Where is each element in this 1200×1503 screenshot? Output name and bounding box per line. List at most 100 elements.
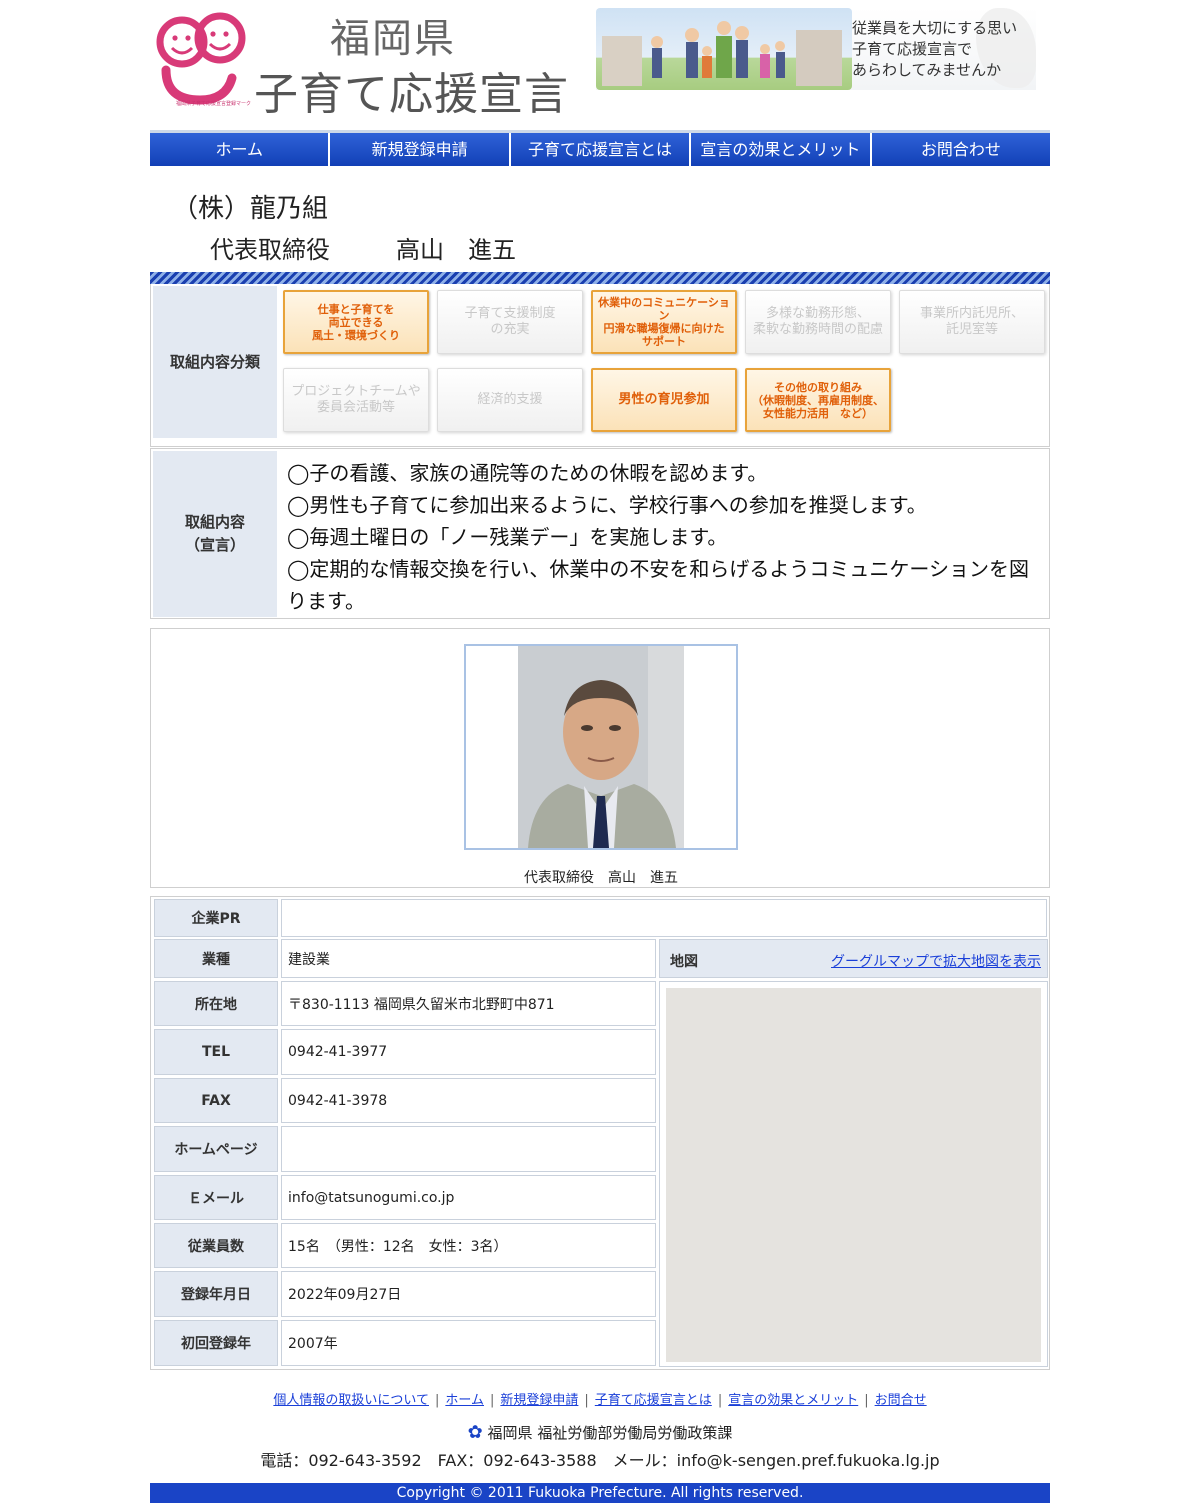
company-info-table: 地図 グーグルマップで拡大地図を表示 企業PR 業種 建設業 所在地 〒830-1113… <box>150 896 1050 1370</box>
representative-name: 高山 進五 <box>396 236 516 264</box>
nav-about[interactable]: 子育て応援宣言とは <box>510 133 690 166</box>
declaration-line: ◯定期的な情報交換を行い、休業中の不安を和らげるようコミュニケーションを図ります… <box>287 557 1029 613</box>
category-label-line: 事業所内託児所、 <box>919 306 1024 321</box>
category-label-line: プロジェクトチームや <box>291 384 421 399</box>
info-value: 〒830-1113 福岡県久留米市北野町中871 <box>281 981 656 1026</box>
photo-frame <box>464 644 738 850</box>
info-label: 登録年月日 <box>154 1271 278 1317</box>
info-value: 2007年 <box>281 1320 656 1366</box>
category-label-line: の充実 <box>490 322 530 337</box>
nav-contact[interactable]: お問合わせ <box>871 133 1051 166</box>
declaration-section: 取組内容 （宣言） ◯子の看護、家族の通院等のための休暇を認めます。 ◯男性も子… <box>150 448 1050 619</box>
banner-line-1: 従業員を大切にする思い <box>852 19 1018 37</box>
info-label: 従業員数 <box>154 1223 278 1268</box>
footer-separator: | <box>434 1393 440 1408</box>
category-label: 取組内容分類 <box>153 286 277 438</box>
footer-separator: | <box>717 1393 723 1408</box>
category-label-line: 多様な勤務形態、 <box>765 306 870 321</box>
info-label: TEL <box>154 1029 278 1075</box>
copyright: Copyright © 2011 Fukuoka Prefecture. All… <box>150 1483 1050 1503</box>
category-button[interactable]: 男性の育児参加 <box>591 368 737 432</box>
info-value[interactable]: info@tatsunogumi.co.jp <box>281 1175 656 1220</box>
category-button-label: 子育て支援制度 の充実 <box>464 306 555 338</box>
declaration-line: ◯男性も子育てに参加出来るように、学校行事への参加を推奨します。 <box>287 493 927 517</box>
footer-link[interactable]: ホーム <box>445 1393 484 1408</box>
category-button-label: 多様な勤務形態、 柔軟な勤務時間の配慮 <box>753 306 883 338</box>
category-button-label: 経済的支援 <box>477 392 542 408</box>
info-value: 0942-41-3977 <box>281 1029 656 1075</box>
declaration-line: ◯子の看護、家族の通院等のための休暇を認めます。 <box>287 461 768 485</box>
category-label-line: その他の取り組み <box>774 380 862 394</box>
banner-line-2: 子育て応援宣言で <box>852 40 973 58</box>
category-label-line: 柔軟な勤務時間の配慮 <box>752 322 883 337</box>
category-button[interactable]: 子育て支援制度 の充実 <box>437 290 583 354</box>
category-label-line: 円滑な職場復帰に向けた <box>603 322 725 335</box>
category-label-line: 仕事と子育てを <box>317 302 395 316</box>
site-title-pref: 福岡県 <box>330 16 456 62</box>
category-button[interactable]: 休業中のコミュニケーション 円滑な職場復帰に向けた サポート <box>591 290 737 354</box>
page: 福岡県子育て応援宣言登録マーク 福岡県 子育て応援宣言 従業員を大切にする思い … <box>150 0 1051 1503</box>
category-button-label: 男性の育児参加 <box>618 392 709 408</box>
category-button[interactable]: 多様な勤務形態、 柔軟な勤務時間の配慮 <box>745 290 891 354</box>
footer-separator: | <box>584 1393 589 1408</box>
category-label-line: 風土・環境づくり <box>312 328 400 342</box>
map-view[interactable] <box>666 988 1041 1362</box>
info-label: FAX <box>154 1078 278 1123</box>
category-button[interactable]: 経済的支援 <box>437 368 583 432</box>
category-button-label: 仕事と子育てを 両立できる 風土・環境づくり <box>312 303 400 342</box>
nav-new-registration[interactable]: 新規登録申請 <box>330 133 509 166</box>
nav-merits[interactable]: 宣言の効果とメリット <box>691 133 870 166</box>
info-label: 初回登録年 <box>154 1320 278 1366</box>
section-divider <box>150 272 1050 284</box>
declaration-text: ◯子の看護、家族の通院等のための休暇を認めます。 ◯男性も子育てに参加出来るよう… <box>287 457 1047 617</box>
google-map-link[interactable]: グーグルマップで拡大地図を表示 <box>831 951 1041 971</box>
photo-section: 代表取締役 高山 進五 <box>150 628 1050 888</box>
footer-link[interactable]: 子育て応援宣言とは <box>595 1393 712 1408</box>
representative-photo[interactable] <box>518 646 684 848</box>
category-label-line: 経済的支援 <box>477 392 543 407</box>
category-button-label: 休業中のコミュニケーション 円滑な職場復帰に向けた サポート <box>593 296 735 348</box>
declaration-label-line1: 取組内容 <box>184 513 245 531</box>
logo-caption: 福岡県子育て応援宣言登録マーク <box>176 101 252 107</box>
category-button[interactable]: 仕事と子育てを 両立できる 風土・環境づくり <box>283 290 429 354</box>
declaration-line: ◯毎週土曜日の「ノー残業デー」を実施します。 <box>287 525 728 549</box>
info-label: 企業PR <box>154 899 278 937</box>
category-button[interactable]: その他の取り組み （休暇制度、再雇用制度、 女性能力活用 など） <box>745 368 891 432</box>
contact-info: 電話：092-643-3592 FAX：092-643-3588 メール：inf… <box>260 1451 940 1470</box>
category-button-label: 事業所内託児所、 託児室等 <box>920 306 1024 338</box>
footer-link[interactable]: 宣言の効果とメリット <box>728 1393 858 1408</box>
nav-home[interactable]: ホーム <box>150 133 329 166</box>
info-label: Ｅメール <box>154 1175 278 1220</box>
main-nav: ホーム 新規登録申請 子育て応援宣言とは 宣言の効果とメリット お問合わせ <box>150 130 1051 166</box>
info-value <box>281 1126 656 1172</box>
category-label-line: 託児室等 <box>945 322 998 337</box>
category-button-label: プロジェクトチームや 委員会活動等 <box>291 384 421 416</box>
category-label-line: （休暇制度、再雇用制度、 <box>752 393 884 407</box>
footer-links: 個人情報の取扱いについて | ホーム | 新規登録申請 | 子育て応援宣言とは | 宣言の効果と… <box>150 1389 1050 1408</box>
info-label: ホームページ <box>154 1126 278 1172</box>
department: ✿ 福岡県 福祉労働部労働局労働政策課 <box>150 1422 1050 1443</box>
info-value <box>281 899 1047 937</box>
category-label-line: 両立できる <box>328 315 384 329</box>
site-header: 福岡県子育て応援宣言登録マーク 福岡県 子育て応援宣言 従業員を大切にする思い … <box>150 0 1050 128</box>
category-button[interactable]: 事業所内託児所、 託児室等 <box>899 290 1045 354</box>
declaration-label-line2: （宣言） <box>184 536 245 554</box>
representative-title: 代表取締役 <box>210 236 330 264</box>
fukuoka-flower-icon: ✿ <box>467 1422 483 1443</box>
map-header: 地図 グーグルマップで拡大地図を表示 <box>659 939 1048 978</box>
category-label-line: 子育て支援制度 <box>464 306 556 321</box>
kosodate-logo-icon[interactable] <box>156 8 248 110</box>
photo-caption: 代表取締役 高山 進五 <box>524 870 678 886</box>
footer-separator: | <box>490 1393 495 1408</box>
footer-link[interactable]: お問合せ <box>875 1393 927 1408</box>
footer-link[interactable]: 新規登録申請 <box>500 1393 578 1408</box>
map-label: 地図 <box>670 954 698 970</box>
footer-link[interactable]: 個人情報の取扱いについて <box>273 1393 429 1408</box>
header-banner[interactable]: 従業員を大切にする思い 子育て応援宣言で あらわしてみませんか <box>596 8 1036 90</box>
info-value: 2022年09月27日 <box>281 1271 656 1317</box>
map-container <box>659 981 1048 1367</box>
category-button[interactable]: プロジェクトチームや 委員会活動等 <box>283 368 429 432</box>
banner-line-3: あらわしてみませんか <box>852 61 1002 79</box>
banner-text: 従業員を大切にする思い 子育て応援宣言で あらわしてみませんか <box>852 18 1032 81</box>
info-label: 業種 <box>154 939 278 978</box>
